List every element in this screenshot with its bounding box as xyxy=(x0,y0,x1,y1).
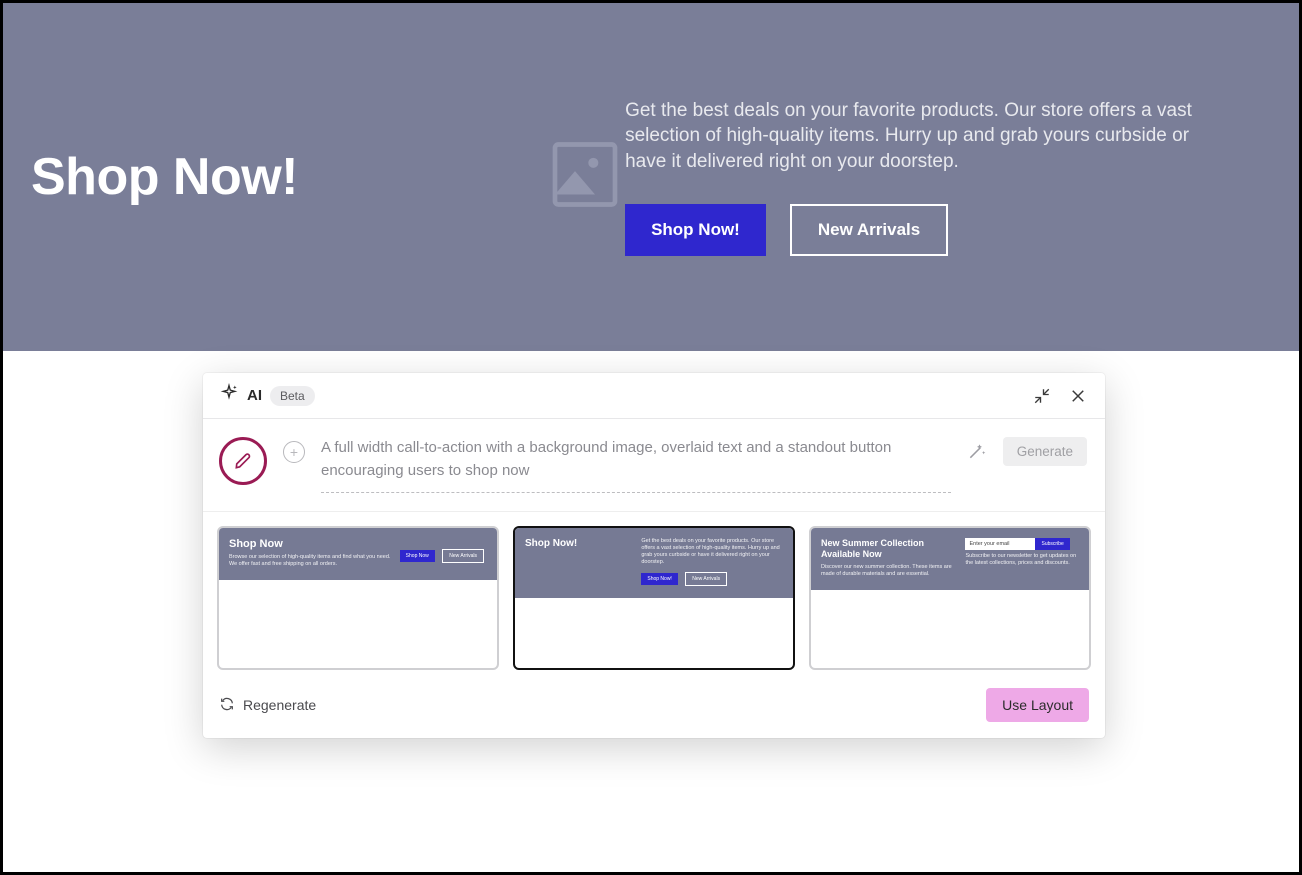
thumb1-btn2: New Arrivals xyxy=(442,549,484,563)
hero-left: Shop Now! xyxy=(3,147,625,207)
layout-option-1[interactable]: Shop Now Browse our selection of high-qu… xyxy=(217,526,499,670)
thumb1-btn1: Shop Now xyxy=(400,550,435,562)
ai-panel-footer: Regenerate Use Layout xyxy=(203,676,1105,738)
thumb3-subtext: Subscribe to our newsletter to get updat… xyxy=(965,553,1079,567)
layout-thumbnails: Shop Now Browse our selection of high-qu… xyxy=(203,512,1105,676)
hero-banner: Shop Now! Get the best deals on your fav… xyxy=(3,3,1299,351)
minimize-button[interactable] xyxy=(1033,387,1051,405)
thumb1-text: Browse our selection of high-quality ite… xyxy=(229,554,392,568)
hero-right: Get the best deals on your favorite prod… xyxy=(625,98,1299,257)
thumb2-text: Get the best deals on your favorite prod… xyxy=(641,538,783,567)
thumb2-btn2: New Arrivals xyxy=(685,572,727,586)
image-placeholder-icon xyxy=(545,134,625,219)
ai-panel: AI Beta + xyxy=(203,373,1105,738)
thumb1-title: Shop Now xyxy=(229,538,392,550)
hero-description: Get the best deals on your favorite prod… xyxy=(625,98,1215,175)
use-layout-button[interactable]: Use Layout xyxy=(986,688,1089,722)
edit-icon[interactable] xyxy=(219,437,267,485)
new-arrivals-button[interactable]: New Arrivals xyxy=(790,204,948,256)
ai-panel-header: AI Beta xyxy=(203,373,1105,419)
layout-option-3[interactable]: New Summer Collection Available Now Disc… xyxy=(809,526,1091,670)
ai-header-right xyxy=(1033,387,1087,405)
layout-option-2[interactable]: Shop Now! Get the best deals on your fav… xyxy=(513,526,795,670)
thumb3-title: New Summer Collection Available Now xyxy=(821,538,957,560)
ai-prompt-row: + A full width call-to-action with a bac… xyxy=(203,419,1105,512)
ai-label: AI xyxy=(247,387,262,404)
close-button[interactable] xyxy=(1069,387,1087,405)
thumb3-subscribe: Subscribe xyxy=(1035,538,1069,550)
add-icon[interactable]: + xyxy=(283,441,305,463)
thumb3-text: Discover our new summer collection. Thes… xyxy=(821,564,957,578)
generate-button[interactable]: Generate xyxy=(1003,437,1087,466)
regenerate-label: Regenerate xyxy=(243,697,316,713)
ai-header-left: AI Beta xyxy=(219,383,315,408)
refresh-icon xyxy=(219,696,235,715)
shop-now-button[interactable]: Shop Now! xyxy=(625,204,766,256)
beta-badge: Beta xyxy=(270,386,315,406)
hero-buttons: Shop Now! New Arrivals xyxy=(625,204,1269,256)
thumb2-btn1: Shop Now! xyxy=(641,573,677,585)
sparkle-icon xyxy=(219,383,239,408)
hero-title: Shop Now! xyxy=(31,147,625,207)
thumb3-input: Enter your email xyxy=(965,538,1035,550)
wand-icon[interactable] xyxy=(967,441,987,466)
prompt-input[interactable]: A full width call-to-action with a backg… xyxy=(321,437,951,493)
regenerate-button[interactable]: Regenerate xyxy=(219,696,316,715)
thumb2-title: Shop Now! xyxy=(525,538,577,549)
